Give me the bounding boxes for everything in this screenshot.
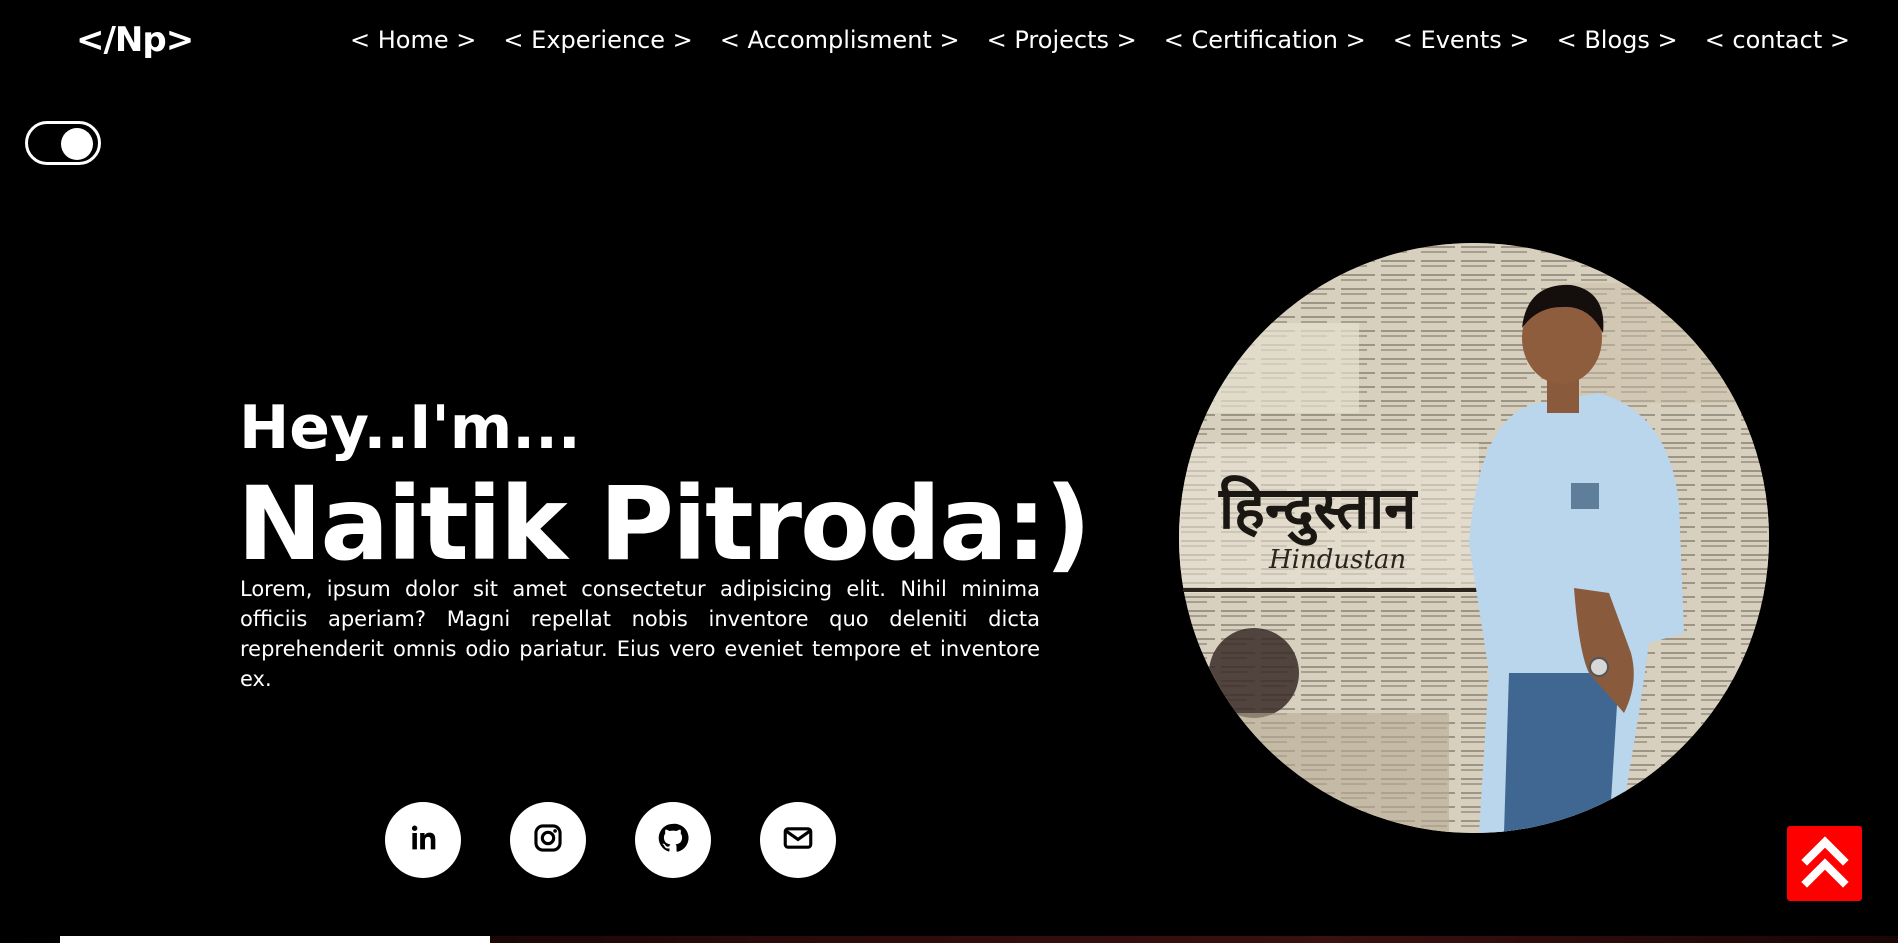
- github-button[interactable]: [635, 802, 711, 878]
- theme-toggle[interactable]: [25, 121, 101, 165]
- linkedin-button[interactable]: [385, 802, 461, 878]
- nav-events[interactable]: < Events >: [1393, 26, 1530, 54]
- scroll-top-button[interactable]: [1787, 826, 1862, 901]
- profile-photo-illustration: हिन्दुस्तान Hindustan: [1179, 243, 1769, 833]
- profile-photo: हिन्दुस्तान Hindustan: [1179, 243, 1769, 833]
- scroll-progress-bar: [60, 936, 490, 943]
- nav-certification[interactable]: < Certification >: [1164, 26, 1366, 54]
- instagram-button[interactable]: [510, 802, 586, 878]
- instagram-icon: [531, 821, 565, 859]
- nav-contact[interactable]: < contact >: [1705, 26, 1850, 54]
- hero-name: Naitik Pitroda:): [237, 465, 1091, 584]
- svg-text:हिन्दुस्तान: हिन्दुस्तान: [1218, 474, 1418, 546]
- mail-icon: [781, 821, 815, 859]
- main-nav: < Home > < Experience > < Accomplisment …: [350, 24, 1880, 56]
- hero-bio: Lorem, ipsum dolor sit amet consectetur …: [240, 577, 1040, 691]
- linkedin-icon: [406, 821, 440, 859]
- nav-projects[interactable]: < Projects >: [987, 26, 1137, 54]
- svg-text:Hindustan: Hindustan: [1268, 545, 1406, 575]
- nav-accomplishment[interactable]: < Accomplisment >: [720, 26, 960, 54]
- hero-greeting: Hey..I'm...: [239, 393, 581, 463]
- site-logo[interactable]: </Np>: [76, 20, 194, 60]
- page: </Np> < Home > < Experience > < Accompli…: [0, 0, 1898, 943]
- github-icon: [656, 821, 690, 859]
- toggle-knob: [61, 128, 93, 160]
- nav-experience[interactable]: < Experience >: [503, 26, 692, 54]
- mail-button[interactable]: [760, 802, 836, 878]
- double-chevron-up-icon: [1800, 834, 1849, 894]
- nav-home[interactable]: < Home >: [350, 26, 476, 54]
- nav-blogs[interactable]: < Blogs >: [1557, 26, 1678, 54]
